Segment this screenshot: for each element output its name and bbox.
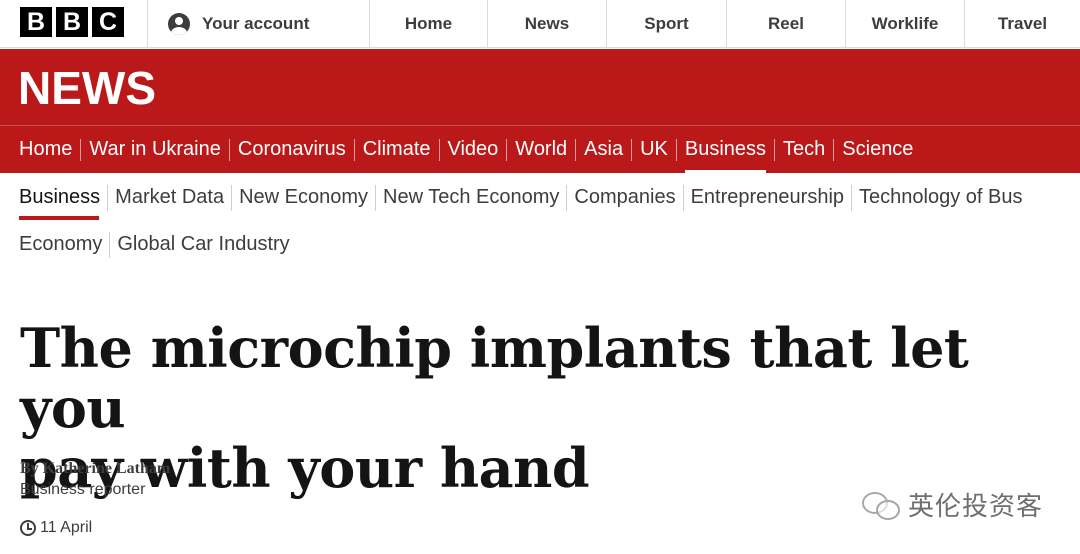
news-banner: NEWS — [0, 49, 1080, 125]
section-nav-item[interactable]: UK — [632, 126, 676, 174]
article-byline: By Katherine Latham — [20, 460, 171, 477]
sub-nav-row: Economy Global Car Industry — [19, 221, 1080, 268]
sub-nav-item[interactable]: Companies — [567, 174, 682, 221]
sub-nav-item[interactable]: Entrepreneurship — [684, 174, 851, 221]
topnav-travel[interactable]: Travel — [965, 0, 1080, 48]
author-role: Business reporter — [20, 481, 146, 498]
sub-nav-item[interactable]: Global Car Industry — [110, 221, 296, 268]
article-headline: The microchip implants that let you pay … — [20, 318, 1040, 498]
clock-icon — [20, 520, 36, 536]
topnav-reel[interactable]: Reel — [727, 0, 845, 48]
sub-nav-row: Business Market Data New Economy New Tec… — [19, 174, 1080, 221]
topnav-worklife[interactable]: Worklife — [846, 0, 964, 48]
section-nav-item[interactable]: Home — [19, 126, 80, 174]
article-date: 11 April — [20, 519, 92, 537]
topnav-news[interactable]: News — [488, 0, 606, 48]
date-label: 11 April — [40, 519, 93, 536]
sub-nav-item[interactable]: Market Data — [108, 174, 231, 221]
section-nav-item[interactable]: World — [507, 126, 575, 174]
sub-nav: Business Market Data New Economy New Tec… — [0, 174, 1080, 268]
sub-nav-item[interactable]: New Tech Economy — [376, 174, 566, 221]
bbc-logo[interactable]: B B C — [20, 7, 124, 37]
news-logo[interactable]: NEWS — [18, 61, 156, 115]
headline-line: The microchip implants that let you — [20, 316, 969, 440]
section-nav-item[interactable]: Science — [834, 126, 921, 174]
section-nav: Home War in Ukraine Coronavirus Climate … — [0, 125, 1080, 174]
section-nav-item[interactable]: Asia — [576, 126, 631, 174]
logo-letter: B — [20, 7, 52, 37]
sub-nav-item-active[interactable]: Business — [19, 174, 107, 221]
logo-letter: C — [92, 7, 124, 37]
section-nav-item[interactable]: Tech — [775, 126, 833, 174]
section-nav-item[interactable]: Coronavirus — [230, 126, 354, 174]
watermark-text: 英伦投资客 — [908, 492, 1044, 522]
topnav-sport[interactable]: Sport — [607, 0, 726, 48]
user-icon — [168, 13, 190, 35]
section-nav-item[interactable]: Climate — [355, 126, 439, 174]
sub-nav-item[interactable]: Economy — [19, 221, 109, 268]
topnav-home[interactable]: Home — [370, 0, 487, 48]
section-nav-item[interactable]: Video — [440, 126, 507, 174]
sub-nav-item[interactable]: Technology of Bus — [852, 174, 1029, 221]
section-nav-item[interactable]: War in Ukraine — [81, 126, 229, 174]
account-link[interactable]: Your account — [148, 0, 369, 48]
section-nav-item-active[interactable]: Business — [677, 126, 774, 174]
wechat-icon — [862, 488, 902, 522]
logo-letter: B — [56, 7, 88, 37]
global-header: B B C Your account Home News Sport Reel … — [0, 0, 1080, 48]
account-label: Your account — [202, 14, 310, 33]
sub-nav-item[interactable]: New Economy — [232, 174, 375, 221]
watermark: 英伦投资客 — [862, 486, 1043, 523]
